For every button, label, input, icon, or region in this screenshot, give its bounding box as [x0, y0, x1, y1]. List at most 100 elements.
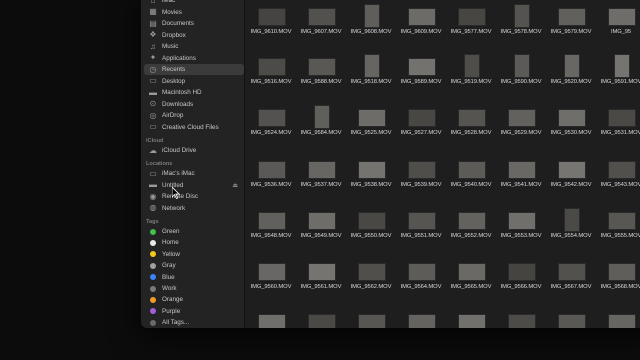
sidebar-item-icloud-drive[interactable]: ☁ iCloud Drive — [144, 145, 244, 156]
file-item[interactable]: IMG_9578.MOV — [495, 0, 547, 44]
file-item[interactable]: IMG_9528.MOV — [445, 99, 497, 145]
file-item[interactable]: IMG_9542.MOV — [545, 151, 597, 197]
video-thumbnail[interactable] — [308, 263, 336, 281]
video-thumbnail[interactable] — [608, 314, 636, 328]
sidebar-item-applications[interactable]: ✦ Applications — [144, 53, 244, 64]
file-item[interactable] — [495, 304, 547, 328]
file-item[interactable] — [545, 304, 597, 328]
video-thumbnail[interactable] — [458, 314, 486, 328]
file-item[interactable]: IMG_9584.MOV — [295, 99, 347, 145]
video-thumbnail[interactable] — [258, 109, 286, 127]
video-thumbnail[interactable] — [508, 212, 536, 230]
sidebar-item-downloads[interactable]: ⊙ Downloads — [144, 99, 244, 110]
video-thumbnail[interactable] — [608, 263, 636, 281]
video-thumbnail[interactable] — [408, 109, 436, 127]
file-item[interactable]: IMG_9589.MOV — [395, 48, 447, 94]
video-thumbnail[interactable] — [608, 8, 636, 26]
file-item[interactable]: IMG_9564.MOV — [395, 253, 447, 299]
video-thumbnail[interactable] — [408, 263, 436, 281]
sidebar-item-imac-s-imac[interactable]: ▭ iMac's iMac — [144, 168, 244, 179]
sidebar-item-documents[interactable]: ▤ Documents — [144, 18, 244, 29]
sidebar-item-network[interactable]: ◍ Network — [144, 203, 244, 214]
sidebar-item-orange[interactable]: Orange — [144, 294, 244, 305]
file-item[interactable]: IMG_9565.MOV — [445, 253, 497, 299]
sidebar-item-yellow[interactable]: Yellow — [144, 249, 244, 260]
video-thumbnail[interactable] — [558, 263, 586, 281]
file-item[interactable]: IMG_9543.MOV — [595, 151, 640, 197]
video-thumbnail[interactable] — [358, 314, 386, 328]
video-thumbnail[interactable] — [514, 54, 530, 78]
video-thumbnail[interactable] — [408, 161, 436, 179]
file-item[interactable] — [395, 304, 447, 328]
file-item[interactable]: IMG_9516.MOV — [245, 48, 297, 94]
video-thumbnail[interactable] — [558, 109, 586, 127]
file-item[interactable]: IMG_9527.MOV — [395, 99, 447, 145]
file-item[interactable]: IMG_9539.MOV — [395, 151, 447, 197]
sidebar-item-desktop[interactable]: ▭ Desktop — [144, 76, 244, 87]
video-thumbnail[interactable] — [308, 314, 336, 328]
video-thumbnail[interactable] — [558, 8, 586, 26]
video-thumbnail[interactable] — [508, 314, 536, 328]
file-item[interactable]: IMG_9560.MOV — [245, 253, 297, 299]
file-item[interactable]: IMG_9518.MOV — [345, 48, 397, 94]
sidebar-item-home[interactable]: Home — [144, 237, 244, 248]
sidebar-item-music[interactable]: ♫ Music — [144, 41, 244, 52]
sidebar-item-work[interactable]: Work — [144, 283, 244, 294]
file-item[interactable]: IMG_9538.MOV — [345, 151, 397, 197]
file-item[interactable]: IMG_9531.MOV — [595, 99, 640, 145]
video-thumbnail[interactable] — [308, 161, 336, 179]
file-item[interactable]: IMG_9608.MOV — [345, 0, 397, 44]
video-thumbnail[interactable] — [614, 54, 630, 78]
video-thumbnail[interactable] — [608, 109, 636, 127]
file-item[interactable]: IMG_9541.MOV — [495, 151, 547, 197]
video-thumbnail[interactable] — [258, 314, 286, 328]
video-thumbnail[interactable] — [408, 314, 436, 328]
video-thumbnail[interactable] — [458, 212, 486, 230]
file-item[interactable]: IMG_9519.MOV — [445, 48, 497, 94]
video-thumbnail[interactable] — [358, 263, 386, 281]
video-thumbnail[interactable] — [408, 58, 436, 76]
file-item[interactable] — [595, 304, 640, 328]
file-item[interactable]: IMG_9567.MOV — [545, 253, 597, 299]
video-thumbnail[interactable] — [514, 4, 530, 28]
file-item[interactable]: IMG_9530.MOV — [545, 99, 597, 145]
video-thumbnail[interactable] — [408, 8, 436, 26]
file-item[interactable]: IMG_9590.MOV — [495, 48, 547, 94]
file-item[interactable]: IMG_9525.MOV — [345, 99, 397, 145]
video-thumbnail[interactable] — [364, 4, 380, 28]
sidebar-item-dropbox[interactable]: ❖ Dropbox — [144, 30, 244, 41]
sidebar-item-all-tags[interactable]: All Tags... — [144, 317, 244, 328]
sidebar-item-purple[interactable]: Purple — [144, 306, 244, 317]
video-thumbnail[interactable] — [408, 212, 436, 230]
file-item[interactable]: IMG_9550.MOV — [345, 202, 397, 248]
sidebar-item-recents[interactable]: ◷ Recents — [144, 64, 244, 75]
file-item[interactable]: IMG_9537.MOV — [295, 151, 347, 197]
sidebar-item-airdrop[interactable]: ◎ AirDrop — [144, 110, 244, 121]
file-item[interactable]: IMG_9520.MOV — [545, 48, 597, 94]
video-thumbnail[interactable] — [458, 109, 486, 127]
video-thumbnail[interactable] — [508, 263, 536, 281]
sidebar-item-green[interactable]: Green — [144, 226, 244, 237]
video-thumbnail[interactable] — [558, 161, 586, 179]
video-thumbnail[interactable] — [258, 161, 286, 179]
file-item[interactable]: IMG_9555.MOV — [595, 202, 640, 248]
file-item[interactable]: IMG_9607.MOV — [295, 0, 347, 44]
video-thumbnail[interactable] — [314, 105, 330, 129]
video-thumbnail[interactable] — [308, 58, 336, 76]
file-item[interactable]: IMG_9554.MOV — [545, 202, 597, 248]
sidebar-item-remote-disc[interactable]: ◉ Remote Disc — [144, 191, 244, 202]
video-thumbnail[interactable] — [308, 212, 336, 230]
file-item[interactable]: IMG_9588.MOV — [295, 48, 347, 94]
file-item[interactable] — [345, 304, 397, 328]
video-thumbnail[interactable] — [308, 8, 336, 26]
file-item[interactable]: IMG_9549.MOV — [295, 202, 347, 248]
file-item[interactable]: IMG_9566.MOV — [495, 253, 547, 299]
file-item[interactable]: IMG_9548.MOV — [245, 202, 297, 248]
sidebar-item-creative-cloud-files[interactable]: ▭ Creative Cloud Files — [144, 122, 244, 133]
file-item[interactable]: IMG_9553.MOV — [495, 202, 547, 248]
video-thumbnail[interactable] — [258, 8, 286, 26]
sidebar-item-blue[interactable]: Blue — [144, 272, 244, 283]
video-thumbnail[interactable] — [464, 54, 480, 78]
video-thumbnail[interactable] — [358, 109, 386, 127]
file-item[interactable]: IMG_9536.MOV — [245, 151, 297, 197]
